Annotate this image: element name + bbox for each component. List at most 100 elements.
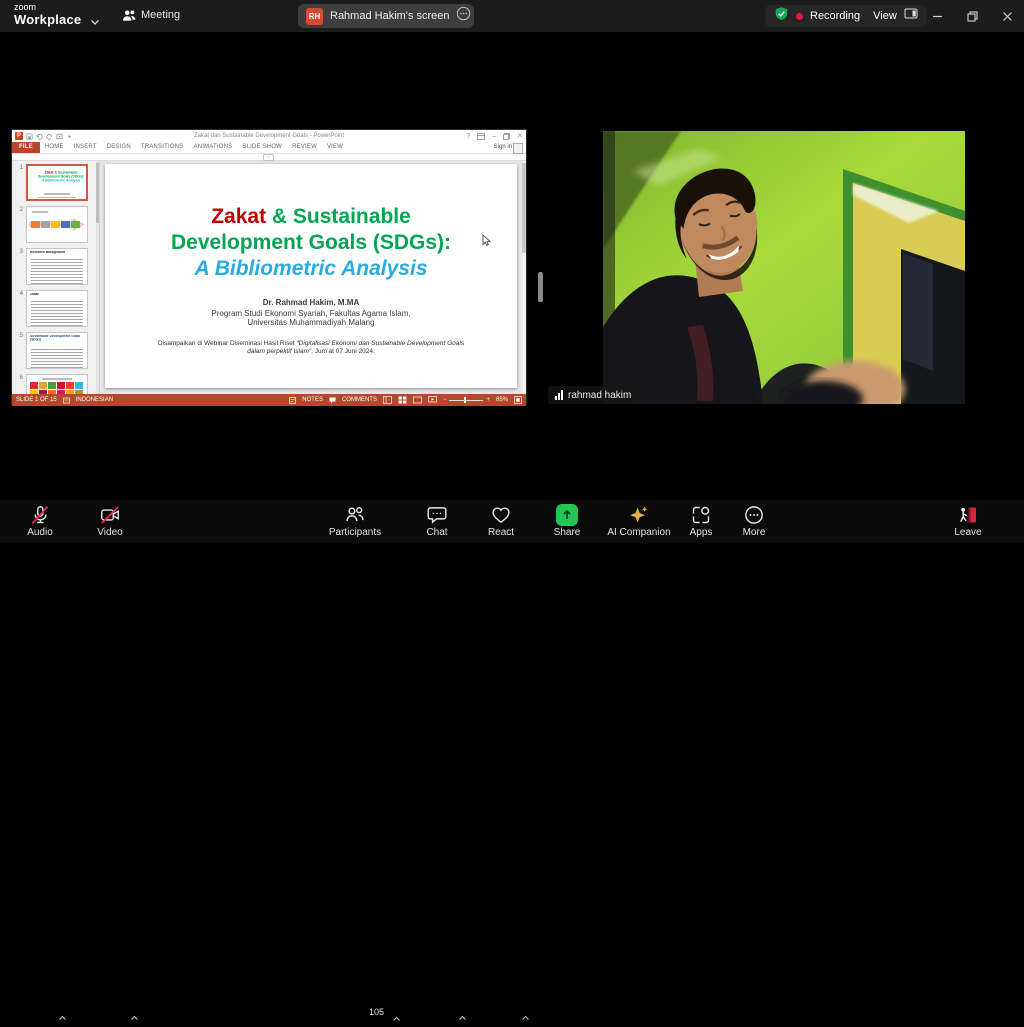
participants-count-badge: 105	[369, 1007, 385, 1017]
mini-text-bar	[32, 211, 48, 213]
screen-share-tab-label: Rahmad Hakim's screen	[330, 10, 450, 22]
comments-button[interactable]: COMMENTS	[342, 397, 377, 403]
tab-screen-share[interactable]: RH Rahmad Hakim's screen	[298, 4, 474, 28]
slide-thumbnail-4[interactable]: Zakat	[26, 290, 88, 327]
leave-door-icon	[957, 503, 979, 526]
mini-text-bar	[44, 193, 70, 195]
slide-indicator: SLIDE 1 OF 15	[16, 397, 57, 403]
ribbon-tab-slideshow[interactable]: SLIDE SHOW	[237, 142, 287, 153]
ribbon-expand-icon[interactable]: ⌄	[263, 154, 274, 161]
more-button[interactable]: More	[709, 503, 799, 538]
brand-workplace: Workplace	[14, 12, 82, 27]
zoom-slider[interactable]: − +	[443, 397, 490, 403]
slide-scrollbar[interactable]	[522, 161, 526, 394]
video-button[interactable]: Video	[65, 503, 155, 538]
help-icon[interactable]: ?	[466, 133, 470, 140]
participants-label: Participants	[328, 527, 382, 538]
ribbon-tab-review[interactable]: REVIEW	[287, 142, 322, 153]
mini-title-red: Zakat	[44, 171, 54, 175]
view-layout-icon[interactable]	[904, 7, 918, 25]
slide-thumbnail-1[interactable]: Zakat & Sustainable Development Goals (S…	[26, 164, 88, 201]
slideshow-view-icon[interactable]	[428, 396, 437, 404]
chat-options-chevron[interactable]	[458, 1008, 467, 1026]
ribbon-tab-view[interactable]: VIEW	[322, 142, 348, 153]
powerpoint-titlebar: P Zakat dan Sustainable Development Goal…	[12, 130, 526, 142]
slide-thumbnail-2[interactable]	[26, 206, 88, 243]
save-icon[interactable]	[26, 133, 33, 140]
ribbon-tab-home[interactable]: HOME	[40, 142, 69, 153]
participants-icon	[344, 503, 366, 526]
mini-text-bar	[38, 197, 76, 198]
ribbon-options-icon[interactable]	[477, 132, 486, 140]
current-slide: Zakat & Sustainable Development Goals (S…	[105, 164, 517, 388]
mini-body-text	[31, 301, 83, 326]
zoom-slider-thumb[interactable]	[464, 397, 467, 403]
slide-thumbnail-5[interactable]: Sustainable Development Goals (SDGs)	[26, 332, 88, 369]
participants-options-chevron[interactable]	[392, 1009, 401, 1027]
camera-muted-icon	[99, 503, 121, 526]
zoom-workplace-logo: zoom Workplace	[14, 3, 82, 27]
meeting-status-group: Recording View	[765, 5, 927, 27]
sign-in-avatar[interactable]	[513, 143, 523, 154]
video-options-chevron[interactable]	[130, 1008, 139, 1026]
sign-in-link[interactable]: Sign in	[494, 144, 512, 150]
participants-button[interactable]: Participants	[310, 503, 400, 538]
video-frame	[603, 131, 965, 404]
notes-button[interactable]: NOTES	[302, 397, 323, 403]
slide-thumbnail-6[interactable]	[26, 374, 88, 394]
minimize-button[interactable]	[922, 0, 952, 32]
qat-dropdown-icon[interactable]	[66, 133, 73, 140]
reading-view-icon[interactable]	[413, 396, 422, 404]
slide-author: Dr. Rahmad Hakim, M.MA	[262, 298, 360, 307]
zoom-in-icon[interactable]: +	[486, 397, 490, 403]
react-options-chevron[interactable]	[521, 1008, 530, 1026]
security-shield-icon[interactable]	[774, 6, 789, 27]
notes-icon[interactable]	[289, 396, 297, 404]
view-button[interactable]: View	[873, 10, 897, 22]
language-indicator[interactable]: INDONESIAN	[76, 397, 113, 403]
leave-button[interactable]: Leave	[923, 503, 1013, 538]
zoom-level[interactable]: 85%	[496, 397, 508, 403]
start-slideshow-icon[interactable]	[56, 133, 63, 140]
meeting-control-bar: Audio Video Participants 105 Chat React …	[0, 500, 1024, 1021]
thumbnail-scrollbar[interactable]	[96, 161, 99, 394]
tab-options-icon[interactable]	[456, 6, 471, 26]
slide-sorter-view-icon[interactable]	[398, 396, 407, 404]
thumbnail-row-3: 3 Research Background	[12, 248, 99, 285]
restore-button[interactable]	[957, 0, 987, 32]
slide-title-sustainable: & Sustainable	[266, 205, 411, 228]
zoom-out-icon[interactable]: −	[443, 397, 447, 403]
thumbnail-row-2: 2	[12, 206, 99, 243]
chevron-down-icon[interactable]	[90, 13, 100, 31]
zoom-title-bar: zoom Workplace Meeting RH Rahmad Hakim's…	[0, 0, 1024, 32]
slide-thumbnail-3[interactable]: Research Background	[26, 248, 88, 285]
mini-title-green1: & Sustainable	[53, 171, 78, 175]
ribbon-tab-transitions[interactable]: TRANSITIONS	[136, 142, 189, 153]
tab-meeting[interactable]: Meeting	[141, 9, 180, 21]
slide-thumbnail-panel: 1 Zakat & Sustainable Development Goals …	[12, 161, 100, 394]
participant-name: rahmad hakim	[568, 389, 632, 401]
fit-to-window-icon[interactable]	[514, 396, 522, 404]
share-label: Share	[553, 527, 581, 538]
participant-video-panel: rahmad hakim	[545, 131, 1024, 404]
slide-title-line2: Development Goals (SDGs):	[170, 231, 452, 254]
ribbon-tab-file[interactable]: FILE	[12, 142, 40, 153]
thumbnail-row-4: 4 Zakat	[12, 290, 99, 327]
panel-resize-handle[interactable]	[538, 272, 543, 302]
undo-icon[interactable]	[36, 133, 43, 140]
redo-icon[interactable]	[46, 133, 53, 140]
ppt-restore-icon[interactable]	[503, 132, 511, 140]
comments-icon[interactable]	[329, 397, 336, 404]
ribbon-tab-design[interactable]: DESIGN	[102, 142, 136, 153]
close-button[interactable]	[992, 0, 1022, 32]
ppt-minimize-icon[interactable]: –	[492, 133, 496, 140]
thumbnail-row-1: 1 Zakat & Sustainable Development Goals …	[12, 164, 99, 201]
chat-bubble-icon	[426, 503, 448, 526]
ribbon-tab-insert[interactable]: INSERT	[69, 142, 102, 153]
normal-view-icon[interactable]	[383, 396, 392, 404]
ribbon-tab-animations[interactable]: ANIMATIONS	[188, 142, 237, 153]
spellcheck-icon[interactable]	[62, 397, 70, 404]
quick-access-toolbar: P	[12, 132, 73, 140]
ppt-close-icon[interactable]: ✕	[517, 132, 523, 140]
audio-options-chevron[interactable]	[58, 1008, 67, 1026]
